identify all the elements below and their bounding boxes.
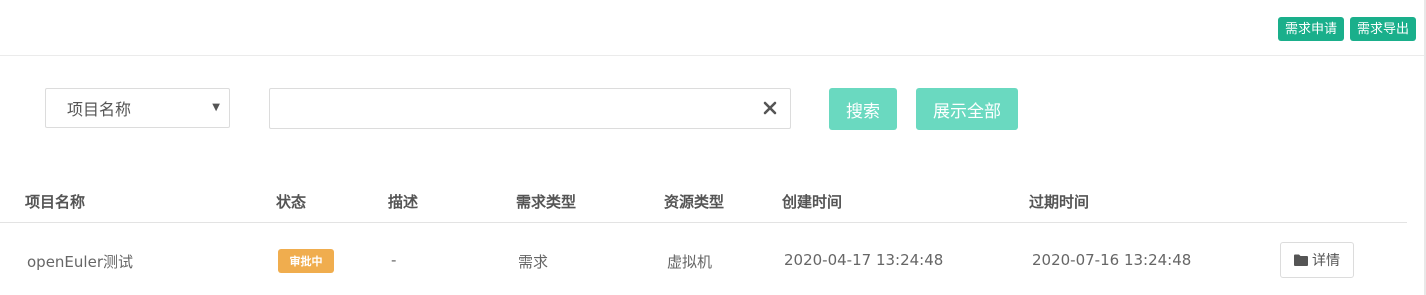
cell-created-at: 2020-04-17 13:24:48	[784, 251, 944, 269]
search-button[interactable]: 搜索	[829, 88, 897, 130]
column-header-request-type[interactable]: 需求类型	[516, 191, 576, 212]
requirements-page: 需求申请 需求导出 项目名称 ▼ 搜索 展示全部 项目名称 状态 描述 需求类型…	[0, 0, 1426, 295]
cell-request-type: 需求	[518, 253, 549, 271]
cell-expires-at: 2020-07-16 13:24:48	[1032, 251, 1192, 269]
search-field-select-value: 项目名称	[67, 100, 132, 119]
table-header-divider	[0, 222, 1407, 223]
search-input[interactable]	[278, 89, 762, 128]
cell-project-name: openEuler测试	[27, 253, 133, 271]
cell-description: -	[391, 251, 397, 269]
detail-button[interactable]: 详情	[1280, 242, 1354, 278]
column-header-status[interactable]: 状态	[276, 191, 306, 212]
header-divider	[0, 55, 1426, 56]
column-header-resource-type[interactable]: 资源类型	[664, 191, 724, 212]
search-input-container	[269, 88, 791, 129]
column-header-expires-at[interactable]: 过期时间	[1029, 191, 1089, 212]
cell-resource-type: 虚拟机	[667, 253, 713, 271]
status-badge: 审批中	[278, 249, 334, 273]
column-header-project-name[interactable]: 项目名称	[25, 191, 85, 212]
search-field-select[interactable]: 项目名称 ▼	[45, 88, 230, 128]
clear-icon[interactable]	[763, 101, 777, 115]
request-apply-button[interactable]: 需求申请	[1277, 17, 1344, 41]
column-header-created-at[interactable]: 创建时间	[782, 191, 842, 212]
request-export-button[interactable]: 需求导出	[1349, 17, 1416, 41]
show-all-button[interactable]: 展示全部	[916, 88, 1018, 130]
dropdown-caret-icon: ▼	[212, 102, 220, 113]
folder-icon	[1294, 254, 1308, 266]
detail-button-label: 详情	[1312, 253, 1340, 269]
column-header-description[interactable]: 描述	[388, 191, 418, 212]
top-toolbar: 需求申请 需求导出	[1277, 17, 1416, 41]
